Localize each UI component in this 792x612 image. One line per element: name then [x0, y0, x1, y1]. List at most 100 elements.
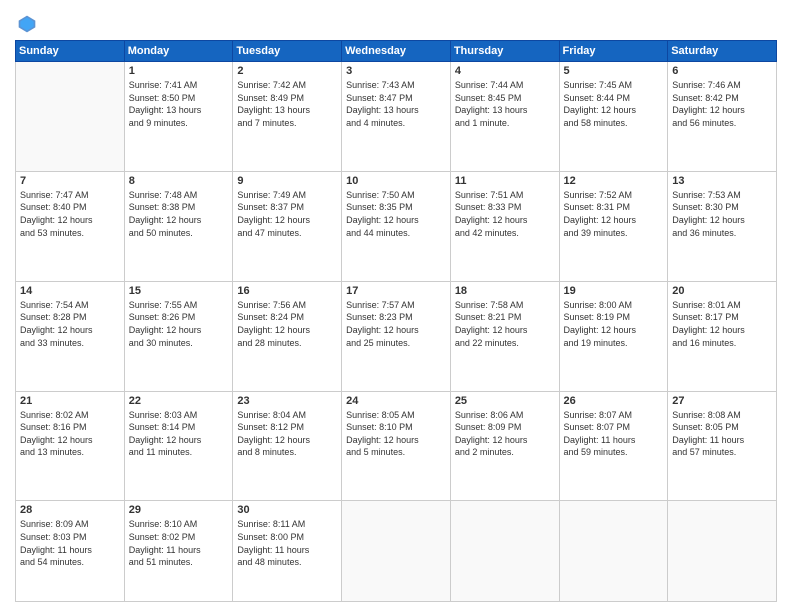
day-number: 2	[237, 65, 337, 77]
weekday-header: Sunday	[16, 41, 125, 62]
day-info: Sunrise: 7:54 AM Sunset: 8:28 PM Dayligh…	[20, 299, 120, 349]
day-info: Sunrise: 7:48 AM Sunset: 8:38 PM Dayligh…	[129, 189, 229, 239]
calendar-cell: 8Sunrise: 7:48 AM Sunset: 8:38 PM Daylig…	[124, 171, 233, 281]
calendar-cell: 25Sunrise: 8:06 AM Sunset: 8:09 PM Dayli…	[450, 391, 559, 501]
calendar-cell: 14 Sunrise: 7:54 AM Sunset: 8:28 PM Dayli…	[16, 281, 125, 391]
calendar-cell	[668, 501, 777, 602]
day-number: 15	[129, 285, 229, 297]
day-info: Sunrise: 7:46 AM Sunset: 8:42 PM Dayligh…	[672, 79, 772, 129]
day-number: 14	[20, 285, 120, 297]
day-info: Sunrise: 7:41 AM Sunset: 8:50 PM Dayligh…	[129, 79, 229, 129]
day-info: Sunrise: 7:53 AM Sunset: 8:30 PM Dayligh…	[672, 189, 772, 239]
day-number: 6	[672, 65, 772, 77]
day-number: 26	[564, 395, 664, 407]
calendar-cell: 4Sunrise: 7:44 AM Sunset: 8:45 PM Daylig…	[450, 62, 559, 172]
calendar-cell: 26 Sunrise: 8:07 AM Sunset: 8:07 PM Dayli…	[559, 391, 668, 501]
calendar-cell: 21 Sunrise: 8:02 AM Sunset: 8:16 PM Dayli…	[16, 391, 125, 501]
day-info: Sunrise: 7:56 AM Sunset: 8:24 PM Dayligh…	[237, 299, 337, 349]
logo	[15, 14, 37, 34]
day-info: Sunrise: 7:55 AM Sunset: 8:26 PM Dayligh…	[129, 299, 229, 349]
day-number: 24	[346, 395, 446, 407]
page: SundayMondayTuesdayWednesdayThursdayFrid…	[0, 0, 792, 612]
calendar-cell: 18 Sunrise: 7:58 AM Sunset: 8:21 PM Dayli…	[450, 281, 559, 391]
weekday-header: Wednesday	[342, 41, 451, 62]
calendar-cell: 24 Sunrise: 8:05 AM Sunset: 8:10 PM Dayli…	[342, 391, 451, 501]
calendar-cell	[450, 501, 559, 602]
day-info: Sunrise: 8:07 AM Sunset: 8:07 PM Dayligh…	[564, 409, 664, 459]
day-number: 18	[455, 285, 555, 297]
day-info: Sunrise: 7:52 AM Sunset: 8:31 PM Dayligh…	[564, 189, 664, 239]
day-info: Sunrise: 8:05 AM Sunset: 8:10 PM Dayligh…	[346, 409, 446, 459]
day-info: Sunrise: 8:10 AM Sunset: 8:02 PM Dayligh…	[129, 518, 229, 568]
calendar-cell: 16 Sunrise: 7:56 AM Sunset: 8:24 PM Dayli…	[233, 281, 342, 391]
day-number: 1	[129, 65, 229, 77]
day-info: Sunrise: 8:08 AM Sunset: 8:05 PM Dayligh…	[672, 409, 772, 459]
day-info: Sunrise: 8:00 AM Sunset: 8:19 PM Dayligh…	[564, 299, 664, 349]
day-info: Sunrise: 7:49 AM Sunset: 8:37 PM Dayligh…	[237, 189, 337, 239]
calendar-week-row: 21 Sunrise: 8:02 AM Sunset: 8:16 PM Dayli…	[16, 391, 777, 501]
calendar-cell: 30 Sunrise: 8:11 AM Sunset: 8:00 PM Dayli…	[233, 501, 342, 602]
day-number: 30	[237, 504, 337, 516]
day-info: Sunrise: 7:50 AM Sunset: 8:35 PM Dayligh…	[346, 189, 446, 239]
calendar-week-row: 14 Sunrise: 7:54 AM Sunset: 8:28 PM Dayli…	[16, 281, 777, 391]
calendar-cell: 28Sunrise: 8:09 AM Sunset: 8:03 PM Dayli…	[16, 501, 125, 602]
day-number: 19	[564, 285, 664, 297]
day-info: Sunrise: 7:44 AM Sunset: 8:45 PM Dayligh…	[455, 79, 555, 129]
day-info: Sunrise: 8:03 AM Sunset: 8:14 PM Dayligh…	[129, 409, 229, 459]
calendar-cell: 15 Sunrise: 7:55 AM Sunset: 8:26 PM Dayli…	[124, 281, 233, 391]
day-info: Sunrise: 8:06 AM Sunset: 8:09 PM Dayligh…	[455, 409, 555, 459]
calendar-table: SundayMondayTuesdayWednesdayThursdayFrid…	[15, 40, 777, 602]
day-number: 12	[564, 175, 664, 187]
day-number: 20	[672, 285, 772, 297]
day-number: 10	[346, 175, 446, 187]
day-number: 21	[20, 395, 120, 407]
calendar-cell: 20 Sunrise: 8:01 AM Sunset: 8:17 PM Dayli…	[668, 281, 777, 391]
calendar-cell: 9 Sunrise: 7:49 AM Sunset: 8:37 PM Daylig…	[233, 171, 342, 281]
calendar-week-row: 7 Sunrise: 7:47 AM Sunset: 8:40 PM Daylig…	[16, 171, 777, 281]
day-info: Sunrise: 7:42 AM Sunset: 8:49 PM Dayligh…	[237, 79, 337, 129]
logo-icon	[17, 14, 37, 34]
day-info: Sunrise: 8:04 AM Sunset: 8:12 PM Dayligh…	[237, 409, 337, 459]
day-number: 3	[346, 65, 446, 77]
calendar-cell: 22Sunrise: 8:03 AM Sunset: 8:14 PM Dayli…	[124, 391, 233, 501]
day-info: Sunrise: 7:45 AM Sunset: 8:44 PM Dayligh…	[564, 79, 664, 129]
day-info: Sunrise: 7:58 AM Sunset: 8:21 PM Dayligh…	[455, 299, 555, 349]
day-info: Sunrise: 8:01 AM Sunset: 8:17 PM Dayligh…	[672, 299, 772, 349]
header	[15, 10, 777, 34]
day-info: Sunrise: 8:02 AM Sunset: 8:16 PM Dayligh…	[20, 409, 120, 459]
day-info: Sunrise: 7:47 AM Sunset: 8:40 PM Dayligh…	[20, 189, 120, 239]
calendar-header-row: SundayMondayTuesdayWednesdayThursdayFrid…	[16, 41, 777, 62]
day-info: Sunrise: 7:57 AM Sunset: 8:23 PM Dayligh…	[346, 299, 446, 349]
calendar-week-row: 28Sunrise: 8:09 AM Sunset: 8:03 PM Dayli…	[16, 501, 777, 602]
day-number: 29	[129, 504, 229, 516]
day-info: Sunrise: 7:43 AM Sunset: 8:47 PM Dayligh…	[346, 79, 446, 129]
weekday-header: Thursday	[450, 41, 559, 62]
calendar-cell: 2 Sunrise: 7:42 AM Sunset: 8:49 PM Daylig…	[233, 62, 342, 172]
day-number: 9	[237, 175, 337, 187]
calendar-cell: 7 Sunrise: 7:47 AM Sunset: 8:40 PM Daylig…	[16, 171, 125, 281]
day-number: 11	[455, 175, 555, 187]
day-number: 16	[237, 285, 337, 297]
calendar-cell: 29 Sunrise: 8:10 AM Sunset: 8:02 PM Dayli…	[124, 501, 233, 602]
day-info: Sunrise: 8:09 AM Sunset: 8:03 PM Dayligh…	[20, 518, 120, 568]
calendar-cell	[342, 501, 451, 602]
weekday-header: Friday	[559, 41, 668, 62]
day-info: Sunrise: 7:51 AM Sunset: 8:33 PM Dayligh…	[455, 189, 555, 239]
calendar-cell: 17Sunrise: 7:57 AM Sunset: 8:23 PM Dayli…	[342, 281, 451, 391]
day-number: 5	[564, 65, 664, 77]
calendar-cell: 6 Sunrise: 7:46 AM Sunset: 8:42 PM Daylig…	[668, 62, 777, 172]
day-number: 27	[672, 395, 772, 407]
calendar-cell: 11 Sunrise: 7:51 AM Sunset: 8:33 PM Dayli…	[450, 171, 559, 281]
calendar-cell: 19 Sunrise: 8:00 AM Sunset: 8:19 PM Dayli…	[559, 281, 668, 391]
calendar-week-row: 1 Sunrise: 7:41 AM Sunset: 8:50 PM Daylig…	[16, 62, 777, 172]
day-info: Sunrise: 8:11 AM Sunset: 8:00 PM Dayligh…	[237, 518, 337, 568]
calendar-cell: 13Sunrise: 7:53 AM Sunset: 8:30 PM Dayli…	[668, 171, 777, 281]
weekday-header: Saturday	[668, 41, 777, 62]
calendar-cell	[16, 62, 125, 172]
calendar-cell: 5 Sunrise: 7:45 AM Sunset: 8:44 PM Daylig…	[559, 62, 668, 172]
calendar-cell: 23 Sunrise: 8:04 AM Sunset: 8:12 PM Dayli…	[233, 391, 342, 501]
day-number: 7	[20, 175, 120, 187]
day-number: 23	[237, 395, 337, 407]
calendar-cell	[559, 501, 668, 602]
calendar-cell: 10 Sunrise: 7:50 AM Sunset: 8:35 PM Dayli…	[342, 171, 451, 281]
